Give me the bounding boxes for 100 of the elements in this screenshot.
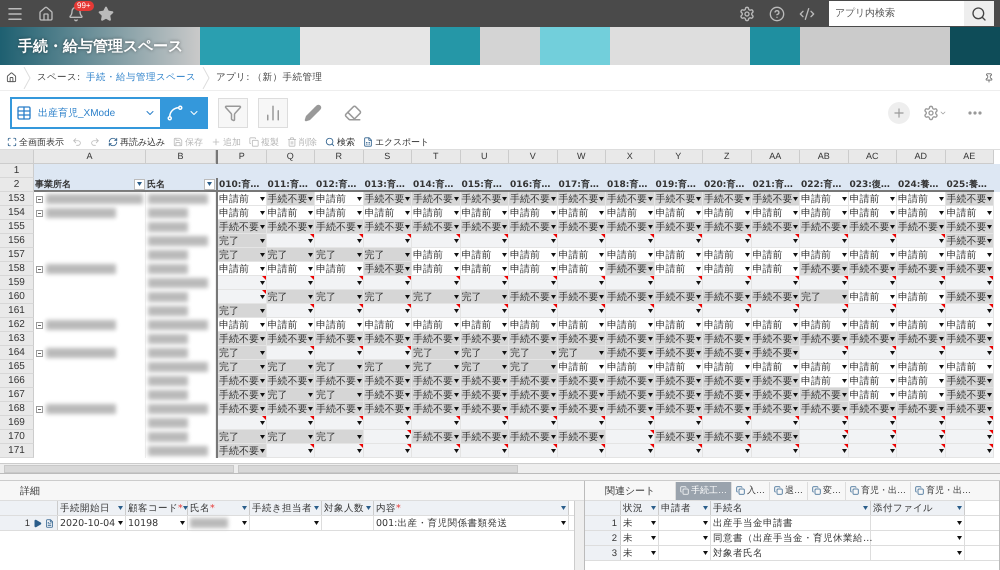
status-select[interactable]: 手続不要 bbox=[800, 402, 848, 416]
status-select[interactable]: 手続不要 bbox=[412, 220, 460, 234]
status-select[interactable] bbox=[703, 304, 752, 318]
status-select[interactable]: 申請前 bbox=[412, 262, 460, 276]
status-select[interactable]: 手続不要 bbox=[558, 332, 606, 346]
status-select[interactable]: 手続不要 bbox=[266, 220, 315, 234]
status-select[interactable] bbox=[946, 304, 994, 318]
column-letter[interactable]: U bbox=[460, 150, 509, 164]
status-select[interactable] bbox=[654, 416, 703, 430]
status-select[interactable] bbox=[509, 234, 558, 248]
status-select[interactable]: 手続不要 bbox=[800, 332, 848, 346]
column-letter[interactable]: B bbox=[146, 150, 216, 164]
status-select[interactable]: 手続不要 bbox=[703, 374, 752, 388]
status-select[interactable] bbox=[509, 304, 558, 318]
reload-button[interactable]: 再読み込み bbox=[105, 135, 168, 149]
table-cell[interactable]: 同意書（出産手当金・育児休業給… bbox=[711, 531, 871, 545]
status-select[interactable] bbox=[315, 304, 364, 318]
status-select[interactable] bbox=[800, 416, 848, 430]
status-select[interactable]: 完了 bbox=[266, 430, 315, 444]
status-select[interactable]: 完了 bbox=[315, 290, 364, 304]
add-button[interactable] bbox=[888, 102, 910, 124]
status-select[interactable]: 手続不要 bbox=[848, 220, 897, 234]
search-button[interactable]: 検索 bbox=[322, 135, 358, 149]
status-select[interactable]: 申請前 bbox=[897, 318, 946, 332]
column-letter[interactable]: Y bbox=[654, 150, 703, 164]
status-select[interactable]: 申請前 bbox=[558, 206, 606, 220]
status-select[interactable]: 手続不要 bbox=[460, 374, 509, 388]
status-select[interactable] bbox=[703, 234, 752, 248]
status-select[interactable] bbox=[218, 290, 266, 304]
status-select[interactable]: 完了 bbox=[218, 346, 266, 360]
status-select[interactable]: 申請前 bbox=[509, 206, 558, 220]
status-select[interactable] bbox=[946, 444, 994, 458]
status-select[interactable]: 完了 bbox=[412, 360, 460, 374]
vertical-scrollbar[interactable] bbox=[574, 501, 584, 570]
help-icon[interactable] bbox=[769, 6, 785, 22]
status-select[interactable]: 手続不要 bbox=[364, 220, 412, 234]
status-select[interactable] bbox=[703, 416, 752, 430]
status-select[interactable]: 完了 bbox=[364, 248, 412, 262]
status-select[interactable] bbox=[848, 346, 897, 360]
status-select[interactable]: 完了 bbox=[218, 360, 266, 374]
status-select[interactable] bbox=[606, 276, 654, 290]
status-select[interactable] bbox=[654, 276, 703, 290]
status-select[interactable]: 手続不要 bbox=[218, 402, 266, 416]
status-select[interactable]: 申請前 bbox=[703, 248, 752, 262]
status-select[interactable]: 手続不要 bbox=[315, 374, 364, 388]
status-select[interactable]: 手続不要 bbox=[412, 332, 460, 346]
status-select[interactable] bbox=[752, 304, 800, 318]
status-select[interactable] bbox=[364, 346, 412, 360]
status-select[interactable]: 手続不要 bbox=[266, 402, 315, 416]
status-select[interactable] bbox=[558, 234, 606, 248]
table-cell[interactable]: 001:出産・育児関係書類発送 bbox=[374, 516, 569, 530]
column-letter[interactable]: AA bbox=[752, 150, 800, 164]
status-select[interactable]: 完了 bbox=[460, 360, 509, 374]
status-select[interactable] bbox=[897, 444, 946, 458]
status-select[interactable]: 手続不要 bbox=[364, 374, 412, 388]
status-select[interactable]: 手続不要 bbox=[752, 346, 800, 360]
column-letter[interactable]: S bbox=[364, 150, 412, 164]
status-select[interactable]: 申請前 bbox=[509, 262, 558, 276]
export-button[interactable]: エクスポート bbox=[360, 135, 432, 149]
status-select[interactable]: 手続不要 bbox=[509, 220, 558, 234]
pin-icon[interactable] bbox=[984, 72, 994, 82]
status-select[interactable] bbox=[509, 416, 558, 430]
status-select[interactable]: 手続不要 bbox=[752, 374, 800, 388]
status-select[interactable]: 申請前 bbox=[897, 374, 946, 388]
column-letter[interactable]: AD bbox=[897, 150, 946, 164]
table-cell[interactable]: 未 bbox=[621, 531, 659, 545]
status-select[interactable] bbox=[752, 234, 800, 248]
status-select[interactable]: 申請前 bbox=[848, 192, 897, 206]
status-select[interactable]: 手続不要 bbox=[897, 220, 946, 234]
status-select[interactable] bbox=[218, 416, 266, 430]
status-select[interactable]: 完了 bbox=[218, 430, 266, 444]
status-select[interactable]: 申請前 bbox=[218, 262, 266, 276]
status-select[interactable] bbox=[897, 346, 946, 360]
status-select[interactable] bbox=[460, 234, 509, 248]
status-select[interactable]: 手続不要 bbox=[412, 388, 460, 402]
status-select[interactable]: 申請前 bbox=[897, 360, 946, 374]
status-select[interactable]: 手続不要 bbox=[703, 220, 752, 234]
status-select[interactable]: 完了 bbox=[315, 248, 364, 262]
status-select[interactable]: 手続不要 bbox=[460, 430, 509, 444]
document-icon[interactable] bbox=[45, 518, 54, 528]
status-select[interactable]: 申請前 bbox=[654, 262, 703, 276]
status-select[interactable] bbox=[606, 444, 654, 458]
status-select[interactable]: 申請前 bbox=[509, 248, 558, 262]
column-letter[interactable]: AB bbox=[800, 150, 848, 164]
status-select[interactable]: 手続不要 bbox=[946, 374, 994, 388]
status-select[interactable]: 申請前 bbox=[752, 262, 800, 276]
filter-button[interactable] bbox=[134, 178, 145, 190]
status-select[interactable]: 手続不要 bbox=[558, 388, 606, 402]
status-select[interactable] bbox=[752, 416, 800, 430]
status-select[interactable]: 申請前 bbox=[558, 262, 606, 276]
status-select[interactable] bbox=[654, 304, 703, 318]
status-select[interactable]: 手続不要 bbox=[752, 290, 800, 304]
status-select[interactable] bbox=[848, 234, 897, 248]
status-select[interactable]: 手続不要 bbox=[752, 220, 800, 234]
status-select[interactable]: 手続不要 bbox=[509, 192, 558, 206]
status-select[interactable] bbox=[364, 416, 412, 430]
home-icon[interactable] bbox=[38, 6, 54, 22]
column-letter[interactable]: R bbox=[315, 150, 364, 164]
status-select[interactable] bbox=[412, 304, 460, 318]
status-select[interactable]: 手続不要 bbox=[509, 430, 558, 444]
